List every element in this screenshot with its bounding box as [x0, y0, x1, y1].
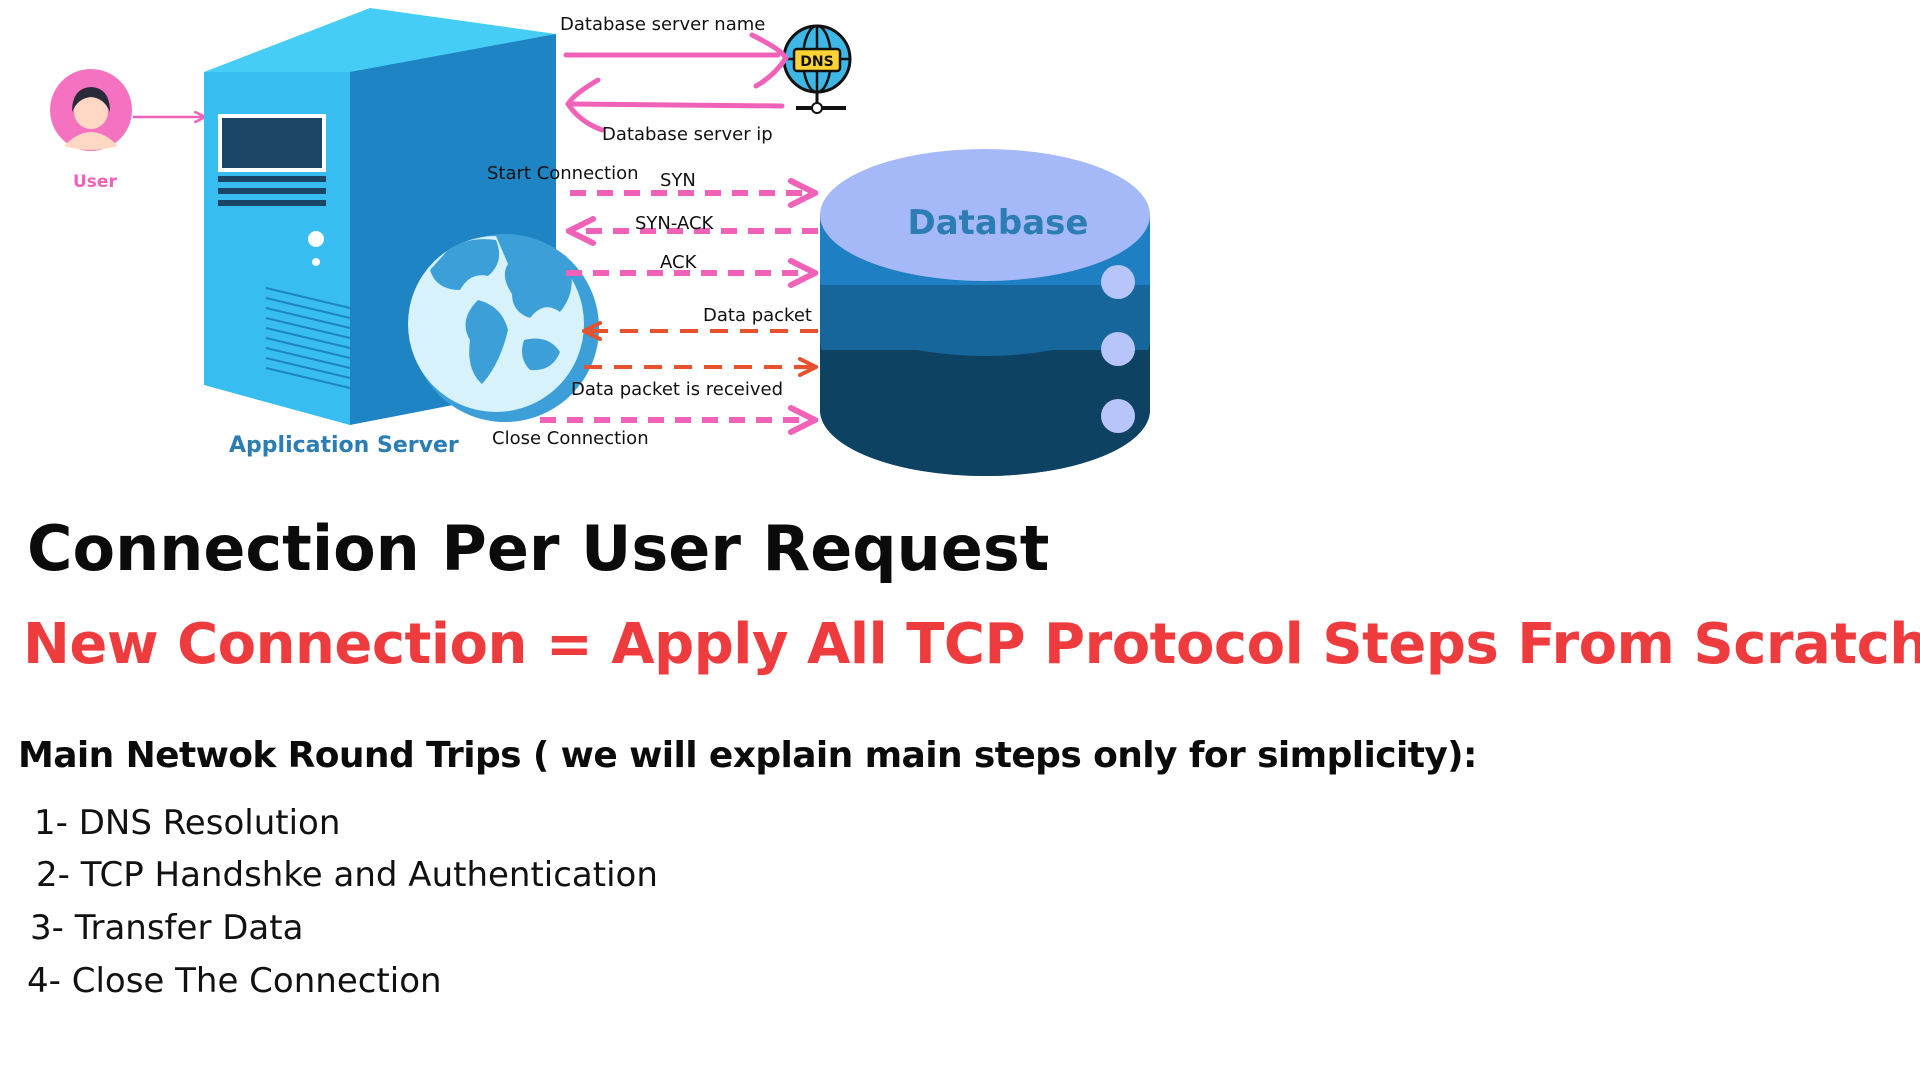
label-data-packet: Data packet: [703, 305, 812, 326]
application-server-label: Application Server: [229, 433, 459, 458]
network-diagram: User Application Server DNS Database ser…: [50, 8, 1150, 476]
user-label: User: [73, 172, 117, 192]
label-db-server-name: Database server name: [560, 14, 765, 35]
label-ack: ACK: [660, 252, 698, 273]
label-data-packet-received: Data packet is received: [571, 379, 783, 400]
user-avatar: [50, 69, 132, 151]
step-close-connection: 4- Close The Connection: [27, 961, 442, 1001]
arrow-db-server-ip: [569, 101, 785, 109]
dns-badge-text: DNS: [800, 54, 833, 70]
arrowhead-db-server-name: [749, 32, 789, 89]
label-db-server-ip: Database server ip: [602, 124, 773, 145]
label-syn-ack: SYN-ACK: [635, 213, 715, 234]
step-transfer-data: 3- Transfer Data: [30, 908, 304, 948]
database-icon: [820, 149, 1150, 476]
step-tcp-handshake: 2- TCP Handshke and Authentication: [36, 855, 658, 895]
page-subtitle: New Connection = Apply All TCP Protocol …: [23, 612, 1920, 677]
database-label: Database: [908, 203, 1089, 243]
section-heading: Main Netwok Round Trips ( we will explai…: [18, 735, 1477, 776]
label-start-connection: Start Connection: [487, 163, 639, 184]
label-close-connection: Close Connection: [492, 428, 649, 449]
label-syn: SYN: [660, 170, 696, 191]
page-title: Connection Per User Request: [27, 512, 1050, 585]
step-dns-resolution: 1- DNS Resolution: [34, 803, 341, 843]
